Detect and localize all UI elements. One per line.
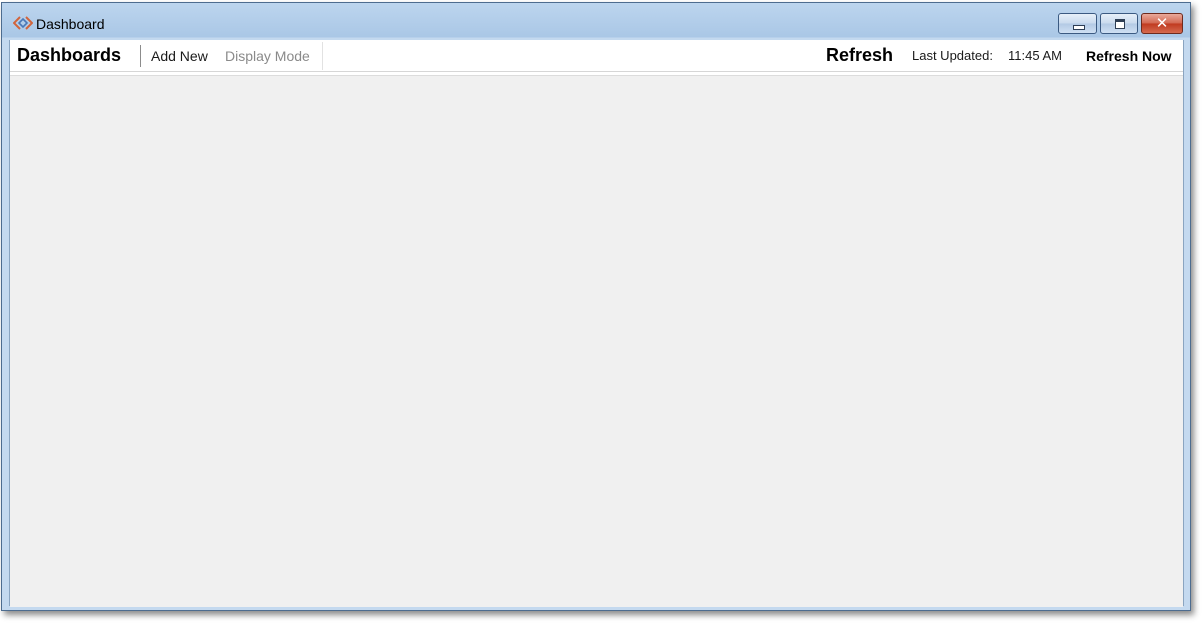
- title-bar[interactable]: Dashboard ✕: [2, 3, 1190, 39]
- display-mode-button[interactable]: Display Mode: [225, 48, 310, 64]
- refresh-now-button[interactable]: Refresh Now: [1086, 48, 1172, 64]
- close-icon: ✕: [1155, 15, 1169, 32]
- minimize-button[interactable]: [1058, 13, 1097, 34]
- add-new-button[interactable]: Add New: [151, 48, 208, 64]
- refresh-label: Refresh: [826, 45, 894, 65]
- app-window: Dashboard ✕ Dashboards Add New Display M…: [1, 2, 1191, 611]
- minimize-icon: [1073, 25, 1085, 30]
- toolbar-title: Dashboards: [17, 45, 122, 65]
- dashboard-content-area[interactable]: [10, 75, 1183, 607]
- restore-icon: [1115, 19, 1125, 29]
- dashboard-toolbar: Dashboards Add New Display Mode Refresh …: [10, 40, 1183, 72]
- last-updated-time: 11:45 AM: [1008, 48, 1062, 63]
- client-area: Dashboards Add New Display Mode Refresh …: [9, 40, 1184, 607]
- window-title: Dashboard: [36, 16, 105, 32]
- toolbar-divider: [140, 45, 141, 67]
- app-diamond-icon: [13, 16, 33, 30]
- close-button[interactable]: ✕: [1141, 13, 1183, 34]
- toolbar-divider-2: [322, 42, 323, 70]
- maximize-button[interactable]: [1100, 13, 1138, 34]
- last-updated-label: Last Updated:: [912, 48, 993, 63]
